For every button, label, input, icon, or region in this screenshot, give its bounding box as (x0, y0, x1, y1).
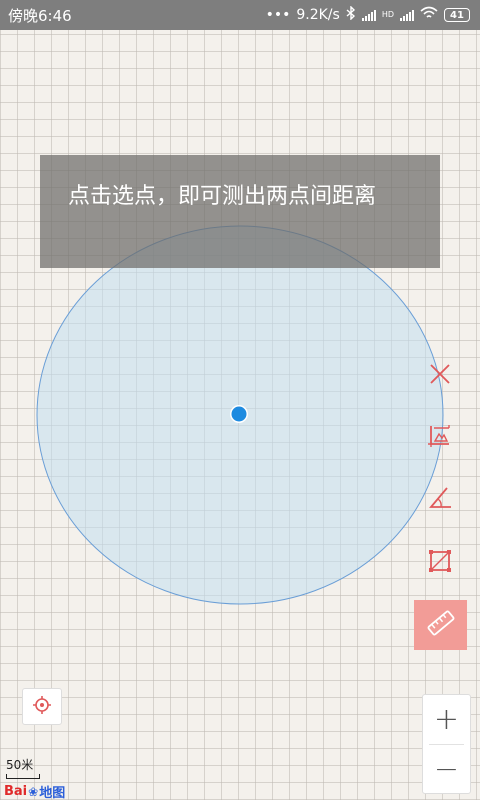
measure-overlay (36, 225, 444, 605)
logo-text-map: 地图 (39, 786, 66, 800)
clear-button[interactable] (425, 361, 455, 391)
map-screen[interactable]: 傍晚6:46 ••• 9.2K/s HD 41 点击选点，即可测出两点间距离 +… (0, 0, 480, 800)
map-scale: 50米 (6, 756, 40, 779)
locate-icon (32, 695, 52, 719)
locate-button[interactable] (22, 688, 62, 725)
angle-measure-icon (427, 485, 453, 515)
hint-toast: 点击选点，即可测出两点间距离 (40, 155, 440, 268)
close-icon (429, 363, 451, 389)
baidu-map-logo: Bai ❀ 地图 (4, 782, 65, 800)
area-measure-button[interactable] (425, 422, 455, 452)
ruler-button[interactable] (414, 600, 467, 650)
zoom-out-button[interactable]: − (423, 745, 470, 794)
rectangle-measure-button[interactable] (425, 548, 455, 578)
hint-text: 点击选点，即可测出两点间距离 (68, 184, 377, 209)
angle-measure-button[interactable] (425, 485, 455, 515)
zoom-in-button[interactable]: + (423, 695, 470, 744)
scale-label: 50米 (6, 758, 34, 772)
rectangle-measure-icon (427, 548, 453, 578)
area-measure-icon (427, 422, 453, 452)
zoom-controls: + − (422, 694, 471, 794)
paw-icon: ❀ (28, 784, 39, 799)
ruler-icon (426, 608, 456, 642)
scale-bar (6, 774, 40, 779)
logo-text-bai: Bai (4, 784, 28, 799)
